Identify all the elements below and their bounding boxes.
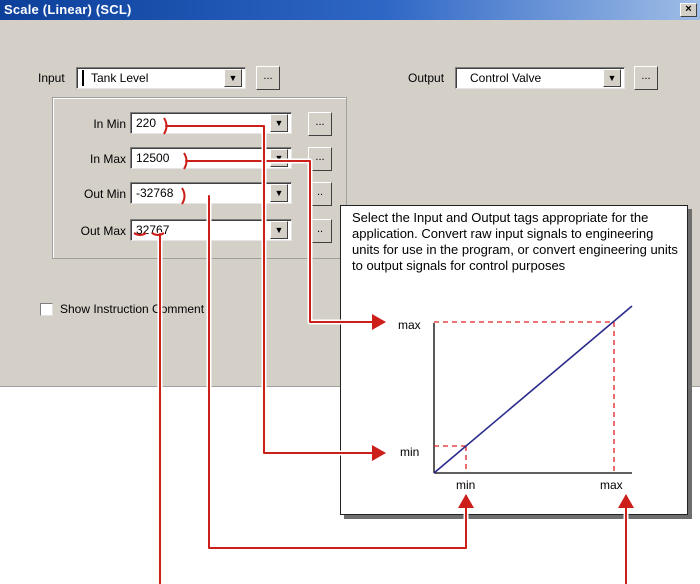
scale-line: [433, 305, 633, 474]
in-min-connector-halo: [163, 123, 387, 456]
in-max-connector: [185, 160, 386, 330]
out-min-bracket: [181, 187, 186, 205]
out-min-connector-halo: [206, 193, 469, 551]
annotation-overlay: [133, 117, 634, 584]
in-max-connector-halo: [183, 158, 387, 325]
in-min-connector: [165, 125, 386, 461]
out-min-connector: [208, 195, 474, 549]
